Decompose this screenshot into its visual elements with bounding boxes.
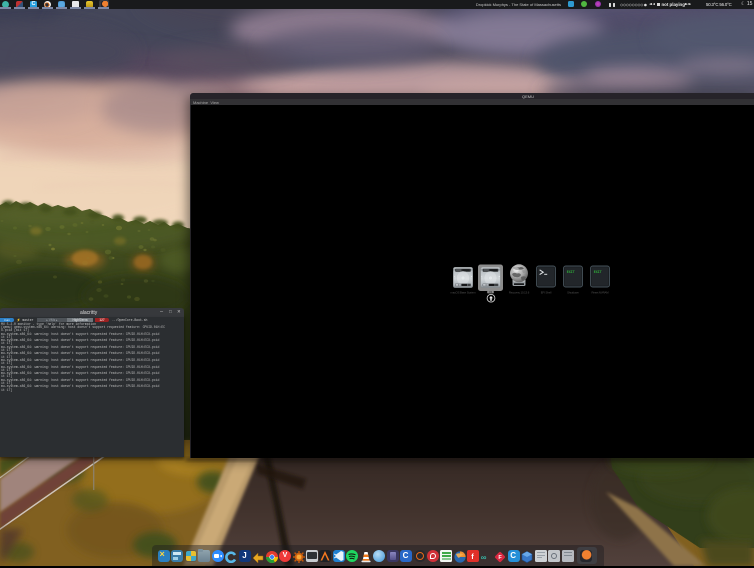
svg-text:Shutdown: Shutdown (567, 291, 579, 295)
svg-text:EFI Shell: EFI Shell (541, 291, 552, 295)
svg-text:Reset NVRAM: Reset NVRAM (591, 291, 609, 295)
svg-text:Recovery 10.13.6: Recovery 10.13.6 (509, 291, 530, 295)
svg-text:EXIT: EXIT (594, 270, 602, 274)
svg-text:OS: OS (489, 291, 493, 294)
svg-text:EXIT: EXIT (567, 270, 575, 274)
svg-text:macOS Base System: macOS Base System (451, 291, 477, 295)
